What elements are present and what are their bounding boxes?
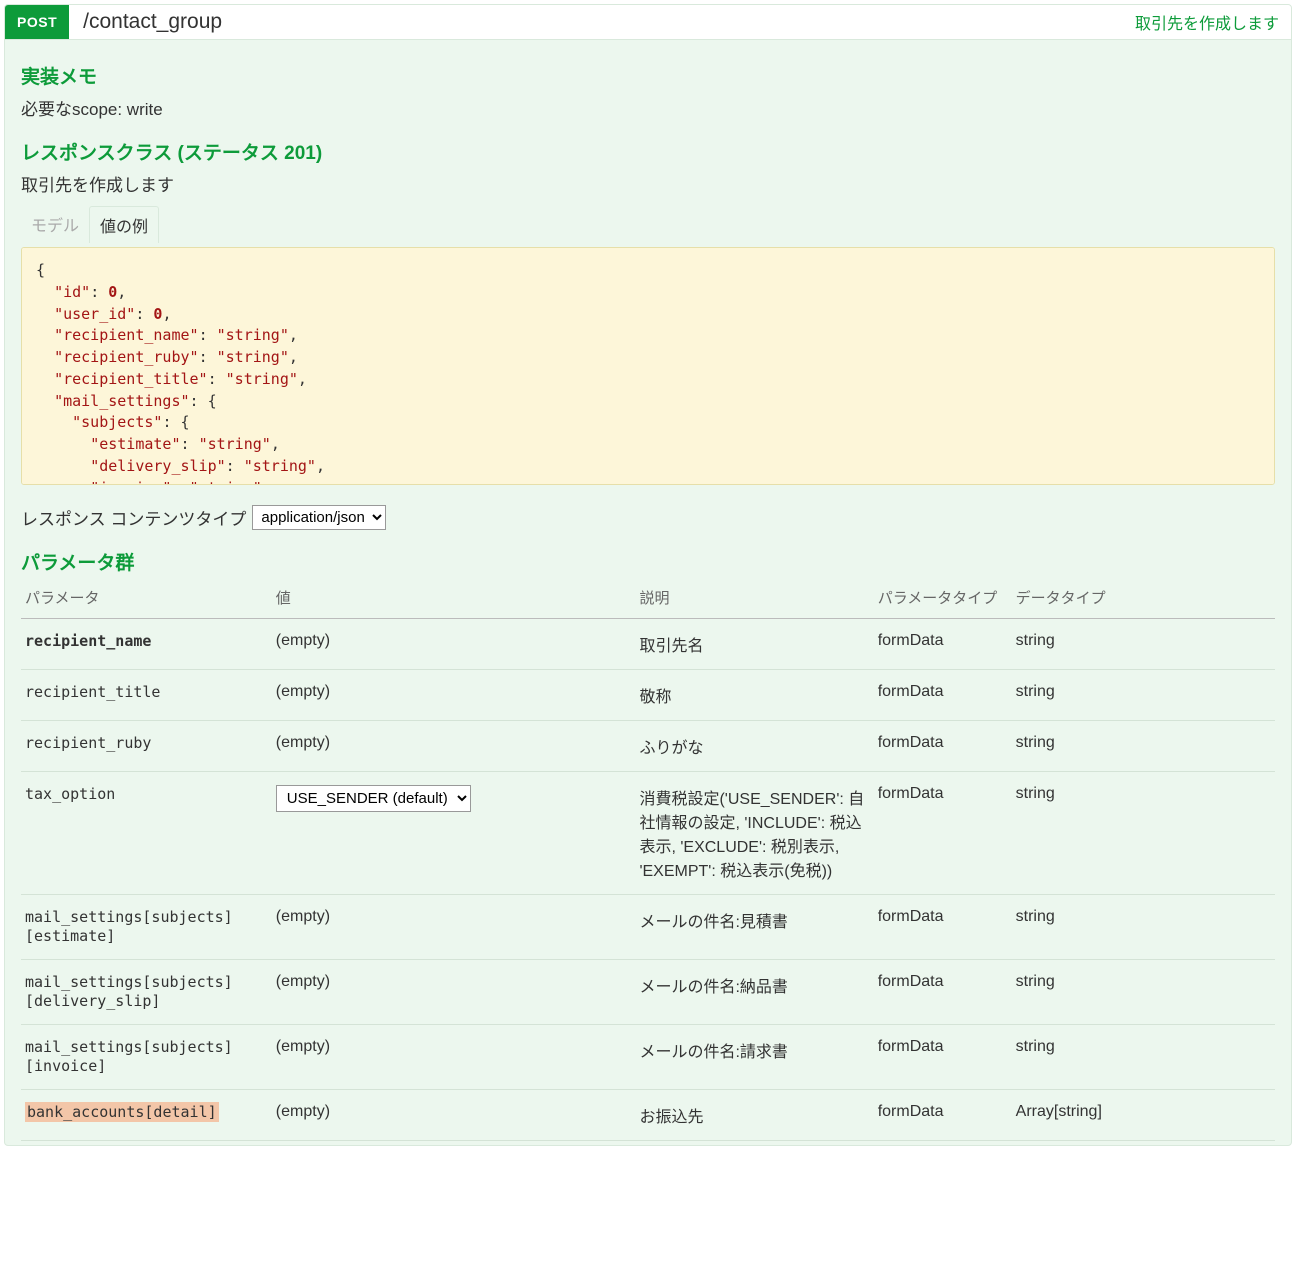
operation-summary: 取引先を作成します: [1135, 10, 1291, 34]
th-ptype: パラメータタイプ: [874, 581, 1012, 619]
tab-example[interactable]: 値の例: [89, 206, 159, 243]
param-name: recipient_title: [25, 683, 160, 701]
operation-content: 実装メモ 必要なscope: write レスポンスクラス (ステータス 201…: [5, 40, 1291, 1145]
data-type: string: [1012, 1025, 1275, 1090]
response-example-code[interactable]: { "id": 0, "user_id": 0, "recipient_name…: [21, 247, 1275, 485]
param-desc: 敬称: [635, 670, 873, 721]
tab-model[interactable]: モデル: [21, 206, 89, 243]
table-row: mail_settings[subjects][delivery_slip] (e…: [21, 960, 1275, 1025]
param-name: mail_settings[subjects][delivery_slip]: [25, 973, 233, 1010]
param-desc: お振込先: [635, 1090, 873, 1141]
table-row: recipient_name (empty)取引先名formDatastring: [21, 619, 1275, 670]
param-type: formData: [874, 772, 1012, 895]
response-tabs: モデル 値の例: [21, 206, 1275, 243]
data-type: string: [1012, 895, 1275, 960]
table-row: recipient_title (empty)敬称formDatastring: [21, 670, 1275, 721]
param-value[interactable]: (empty): [272, 1090, 636, 1141]
content-type-label: レスポンス コンテンツタイプ: [21, 505, 246, 530]
param-type: formData: [874, 721, 1012, 772]
param-name: recipient_ruby: [25, 734, 151, 752]
param-desc: 消費税設定('USE_SENDER': 自社情報の設定, 'INCLUDE': …: [635, 772, 873, 895]
data-type: string: [1012, 772, 1275, 895]
param-type: formData: [874, 670, 1012, 721]
memo-title: 実装メモ: [21, 62, 1275, 89]
param-name: recipient_name: [25, 632, 151, 650]
param-value[interactable]: (empty): [272, 895, 636, 960]
th-param: パラメータ: [21, 581, 272, 619]
param-name: mail_settings[subjects][invoice]: [25, 1038, 233, 1075]
param-type: formData: [874, 960, 1012, 1025]
data-type: Array[string]: [1012, 1090, 1275, 1141]
param-desc: メールの件名:請求書: [635, 1025, 873, 1090]
table-row: tax_option USE_SENDER (default) 消費税設定('USE…: [21, 772, 1275, 895]
memo-body: 必要なscope: write: [21, 95, 1275, 120]
table-row: mail_settings[subjects][estimate] (empty)…: [21, 895, 1275, 960]
table-row: mail_settings[subjects][invoice] (empty)メ…: [21, 1025, 1275, 1090]
data-type: string: [1012, 670, 1275, 721]
data-type: string: [1012, 721, 1275, 772]
content-type-select[interactable]: application/json: [252, 505, 386, 530]
param-value[interactable]: (empty): [272, 721, 636, 772]
parameters-title: パラメータ群: [21, 548, 1275, 575]
table-row: recipient_ruby (empty)ふりがなformDatastring: [21, 721, 1275, 772]
param-type: formData: [874, 1090, 1012, 1141]
param-value[interactable]: (empty): [272, 960, 636, 1025]
table-row: bank_accounts[detail] (empty)お振込先formData…: [21, 1090, 1275, 1141]
param-value[interactable]: (empty): [272, 619, 636, 670]
th-desc: 説明: [635, 581, 873, 619]
http-method-badge: POST: [5, 5, 69, 39]
data-type: string: [1012, 960, 1275, 1025]
th-dtype: データタイプ: [1012, 581, 1275, 619]
data-type: string: [1012, 619, 1275, 670]
operation-header[interactable]: POST /contact_group 取引先を作成します: [5, 5, 1291, 40]
param-desc: ふりがな: [635, 721, 873, 772]
param-value[interactable]: (empty): [272, 1025, 636, 1090]
param-name: mail_settings[subjects][estimate]: [25, 908, 233, 945]
param-type: formData: [874, 1025, 1012, 1090]
parameters-table: パラメータ 値 説明 パラメータタイプ データタイプ recipient_nam…: [21, 581, 1275, 1141]
param-name: bank_accounts[detail]: [25, 1102, 219, 1122]
response-content-type-row: レスポンス コンテンツタイプ application/json: [21, 505, 1275, 530]
api-operation-panel: POST /contact_group 取引先を作成します 実装メモ 必要なsc…: [4, 4, 1292, 1146]
param-type: formData: [874, 895, 1012, 960]
param-select[interactable]: USE_SENDER (default): [276, 785, 471, 812]
th-value: 値: [272, 581, 636, 619]
response-class-title: レスポンスクラス (ステータス 201): [21, 138, 1275, 165]
param-value[interactable]: (empty): [272, 670, 636, 721]
param-name: tax_option: [25, 785, 115, 803]
param-desc: メールの件名:納品書: [635, 960, 873, 1025]
endpoint-path: /contact_group: [69, 10, 1135, 34]
response-description: 取引先を作成します: [21, 171, 1275, 196]
param-desc: メールの件名:見積書: [635, 895, 873, 960]
param-type: formData: [874, 619, 1012, 670]
param-desc: 取引先名: [635, 619, 873, 670]
